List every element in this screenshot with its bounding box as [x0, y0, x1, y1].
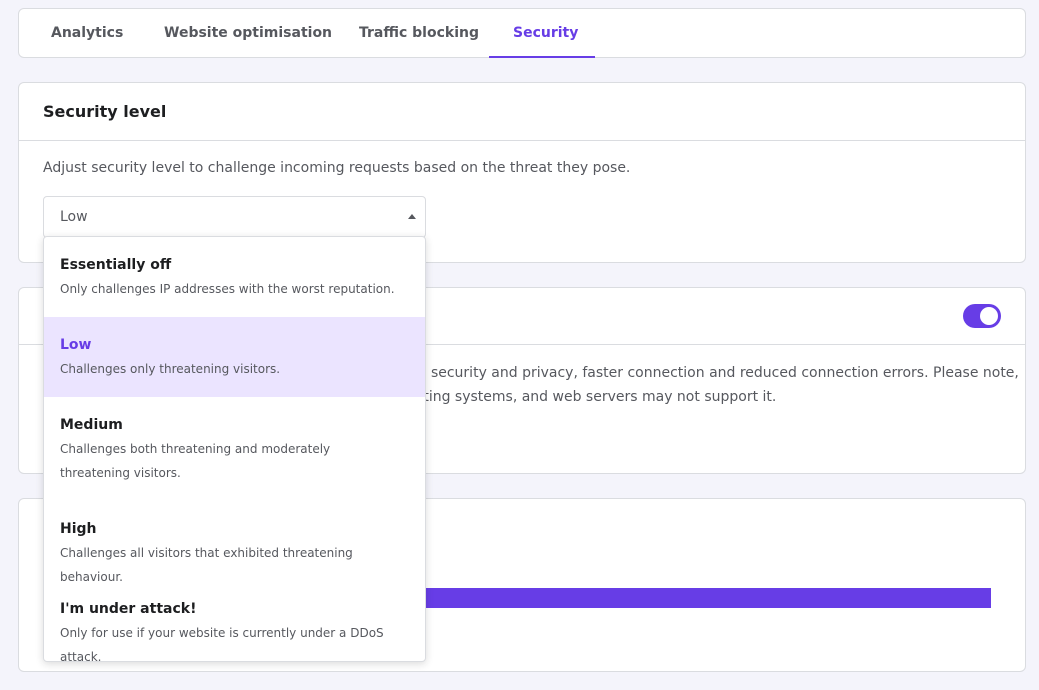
option-title: Essentially off — [60, 257, 172, 273]
option-essentially-off[interactable]: Essentially off Only challenges IP addre… — [44, 237, 425, 317]
security-level-selected-value: Low — [60, 209, 88, 225]
settings-card-text-line-1: ed security and privacy, faster connecti… — [409, 365, 1019, 381]
option-high[interactable]: High Challenges all visitors that exhibi… — [44, 501, 425, 584]
tab-website-optimisation[interactable]: Website optimisation — [164, 9, 332, 59]
option-description: Only for use if your website is currentl… — [60, 626, 384, 662]
option-medium[interactable]: Medium Challenges both threatening and m… — [44, 397, 425, 501]
caret-up-icon — [408, 214, 416, 219]
option-description: Challenges both threatening and moderate… — [60, 442, 331, 480]
option-under-attack[interactable]: I'm under attack! Only for use if your w… — [44, 581, 425, 662]
settings-card-text-line-2: rating systems, and web servers may not … — [409, 389, 777, 405]
usage-progress-bar — [425, 588, 991, 608]
option-description: Only challenges IP addresses with the wo… — [60, 282, 395, 296]
active-tab-indicator — [489, 56, 595, 58]
option-title: Low — [60, 337, 92, 353]
tab-traffic-blocking[interactable]: Traffic blocking — [359, 9, 479, 59]
option-title: Medium — [60, 417, 123, 433]
security-level-select[interactable]: Low — [43, 196, 426, 238]
feature-toggle[interactable] — [963, 304, 1001, 328]
toggle-knob — [980, 307, 998, 325]
tab-analytics[interactable]: Analytics — [51, 9, 123, 59]
tab-security[interactable]: Security — [513, 9, 578, 59]
option-low[interactable]: Low Challenges only threatening visitors… — [44, 317, 425, 397]
option-title: High — [60, 521, 97, 537]
security-level-title: Security level — [19, 83, 1025, 141]
tab-bar: Analytics Website optimisation Traffic b… — [18, 8, 1026, 58]
option-description: Challenges only threatening visitors. — [60, 362, 281, 376]
option-title: I'm under attack! — [60, 601, 197, 617]
security-level-dropdown: Essentially off Only challenges IP addre… — [43, 236, 426, 662]
security-level-description: Adjust security level to challenge incom… — [43, 160, 631, 176]
